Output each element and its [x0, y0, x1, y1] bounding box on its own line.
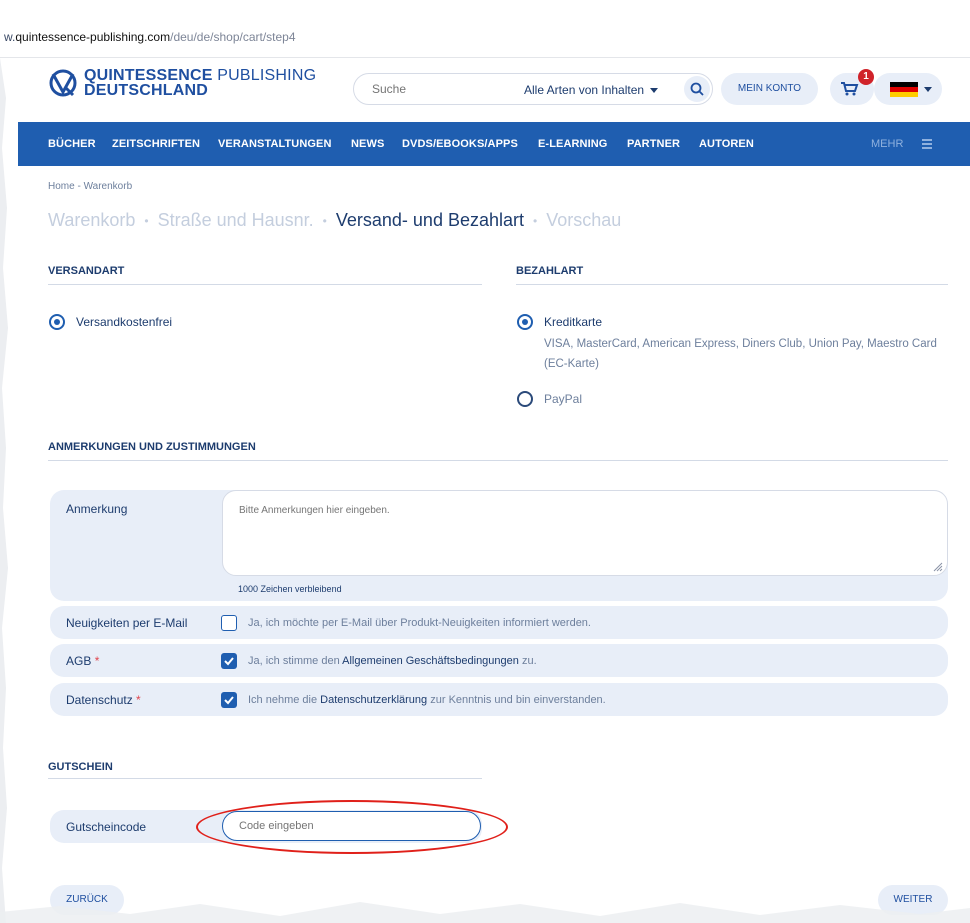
required-marker: * [94, 654, 100, 668]
option-label-versandkostenfrei: Versandkostenfrei [76, 315, 173, 329]
checkmark-icon [224, 657, 234, 666]
nav-item-dvds-ebooks-apps[interactable]: DVDS/EBOOKS/APPS [402, 138, 518, 150]
search-type-label: Alle Arten von Inhalten [524, 83, 645, 97]
step-warenkorb[interactable]: Warenkorb [48, 210, 135, 230]
logo-word-deutschland: DEUTSCHLAND [84, 82, 208, 99]
privacy-text: Ich nehme die Datenschutzerklärung zur K… [248, 694, 606, 706]
radio-paypal[interactable] [517, 391, 533, 407]
checkmark-icon [224, 696, 234, 705]
radio-versandkostenfrei[interactable] [49, 314, 65, 330]
section-divider [516, 284, 948, 285]
privacy-label-text: Datenschutz [66, 693, 133, 707]
chevron-down-icon [924, 87, 932, 92]
privacy-label: Datenschutz * [66, 693, 141, 707]
logo-word-publishing: PUBLISHING [212, 67, 317, 84]
url-text[interactable]: w.quintessence-publishing.com/deu/de/sho… [4, 30, 296, 44]
url-host: quintessence-publishing.com [15, 30, 171, 44]
search-type-select[interactable]: Alle Arten von Inhalten [524, 83, 659, 97]
remark-textarea[interactable] [222, 490, 948, 576]
cart-count-badge: 1 [858, 69, 874, 85]
step-strasse[interactable]: Straße und Hausnr. [158, 210, 314, 230]
newsletter-label: Neuigkeiten per E-Mail [66, 616, 188, 630]
kreditkarte-description-line2: (EC-Karte) [544, 358, 599, 370]
breadcrumb-separator: - [77, 181, 81, 192]
german-flag-icon [890, 82, 918, 97]
required-marker: * [136, 693, 141, 707]
section-divider [48, 460, 948, 461]
breadcrumb: Home - Warenkorb [48, 181, 132, 192]
step-vorschau: Vorschau [546, 210, 622, 230]
privacy-link[interactable]: Datenschutzerklärung [320, 694, 427, 706]
privacy-text-post: zur Kenntnis und bin einverstanden. [427, 694, 606, 706]
step-separator: • [144, 214, 149, 229]
menu-icon[interactable] [916, 133, 938, 155]
cart-button[interactable]: 1 [830, 69, 874, 105]
logo-text: QUINTESSENCE PUBLISHING DEUTSCHLAND [84, 67, 317, 99]
my-account-button[interactable]: MEIN KONTO [721, 73, 818, 105]
option-label-kreditkarte: Kreditkarte [544, 315, 603, 329]
chevron-down-icon [650, 88, 659, 94]
url-prefix: w. [4, 30, 16, 44]
search-bar: Alle Arten von Inhalten [353, 73, 713, 105]
nav-item-partner[interactable]: PARTNER [627, 138, 680, 150]
agb-text: Ja, ich stimme den Allgemeinen Geschäfts… [248, 655, 537, 667]
site-logo[interactable]: QUINTESSENCE PUBLISHING DEUTSCHLAND [48, 67, 317, 99]
agb-label-text: AGB [66, 654, 92, 668]
agb-checkbox[interactable] [221, 653, 237, 669]
step-separator: • [533, 214, 538, 229]
torn-edge-left [0, 58, 8, 923]
site-header: QUINTESSENCE PUBLISHING DEUTSCHLAND Alle… [18, 58, 970, 120]
search-button[interactable] [684, 76, 710, 102]
nav-item-buecher[interactable]: BÜCHER [48, 138, 96, 150]
checkout-steps: Warenkorb • Straße und Hausnr. • Versand- un… [48, 210, 621, 231]
resize-handle-icon[interactable] [933, 562, 943, 572]
search-icon [690, 82, 704, 96]
newsletter-checkbox[interactable] [221, 615, 237, 631]
agb-text-post: zu. [518, 655, 537, 667]
nav-item-autoren[interactable]: AUTOREN [699, 138, 754, 150]
remaining-characters: 1000 Zeichen verbleibend [238, 584, 342, 594]
highlight-annotation [196, 800, 508, 854]
nav-more-link[interactable]: MEHR [871, 138, 903, 150]
step-separator: • [322, 214, 327, 229]
option-label-paypal: PayPal [544, 392, 583, 406]
section-divider [48, 284, 482, 285]
search-input[interactable] [372, 82, 492, 96]
section-title-bezahlart: BEZAHLART [516, 265, 584, 277]
agb-text-pre: Ja, ich stimme den [248, 655, 343, 667]
section-title-versandart: VERSANDART [48, 265, 125, 277]
step-versand-bezahlart: Versand- und Bezahlart [335, 210, 524, 230]
url-path: /deu/de/shop/cart/step4 [170, 30, 296, 44]
nav-item-e-learning[interactable]: E-LEARNING [538, 138, 607, 150]
browser-address-bar[interactable]: w.quintessence-publishing.com/deu/de/sho… [0, 0, 970, 58]
remark-label: Anmerkung [66, 502, 128, 516]
privacy-text-pre: Ich nehme die [248, 694, 321, 706]
cart-icon [841, 82, 859, 96]
quintessence-logo-icon [49, 69, 77, 97]
kreditkarte-description-line1: VISA, MasterCard, American Express, Dine… [544, 338, 937, 350]
nav-item-zeitschriften[interactable]: ZEITSCHRIFTEN [112, 138, 200, 150]
breadcrumb-current: Warenkorb [83, 181, 133, 192]
agb-link[interactable]: Allgemeinen Geschäftsbedingungen [342, 655, 519, 667]
main-navigation: BÜCHER ZEITSCHRIFTEN VERANSTALTUNGEN NEW… [18, 122, 970, 166]
section-title-gutschein: GUTSCHEIN [48, 761, 113, 773]
kreditkarte-description: VISA, MasterCard, American Express, Dine… [544, 334, 937, 374]
nav-item-veranstaltungen[interactable]: VERANSTALTUNGEN [218, 138, 332, 150]
section-title-anmerkungen: ANMERKUNGEN UND ZUSTIMMUNGEN [48, 441, 256, 453]
breadcrumb-home[interactable]: Home [48, 181, 75, 192]
language-selector[interactable] [874, 73, 942, 105]
agb-label: AGB * [66, 654, 99, 668]
privacy-checkbox[interactable] [221, 692, 237, 708]
torn-edge-bottom [0, 902, 970, 923]
nav-item-news[interactable]: NEWS [351, 138, 384, 150]
newsletter-text: Ja, ich möchte per E-Mail über Produkt-N… [248, 617, 591, 629]
voucher-label: Gutscheincode [66, 820, 147, 834]
section-divider [48, 778, 482, 779]
radio-kreditkarte[interactable] [517, 314, 533, 330]
